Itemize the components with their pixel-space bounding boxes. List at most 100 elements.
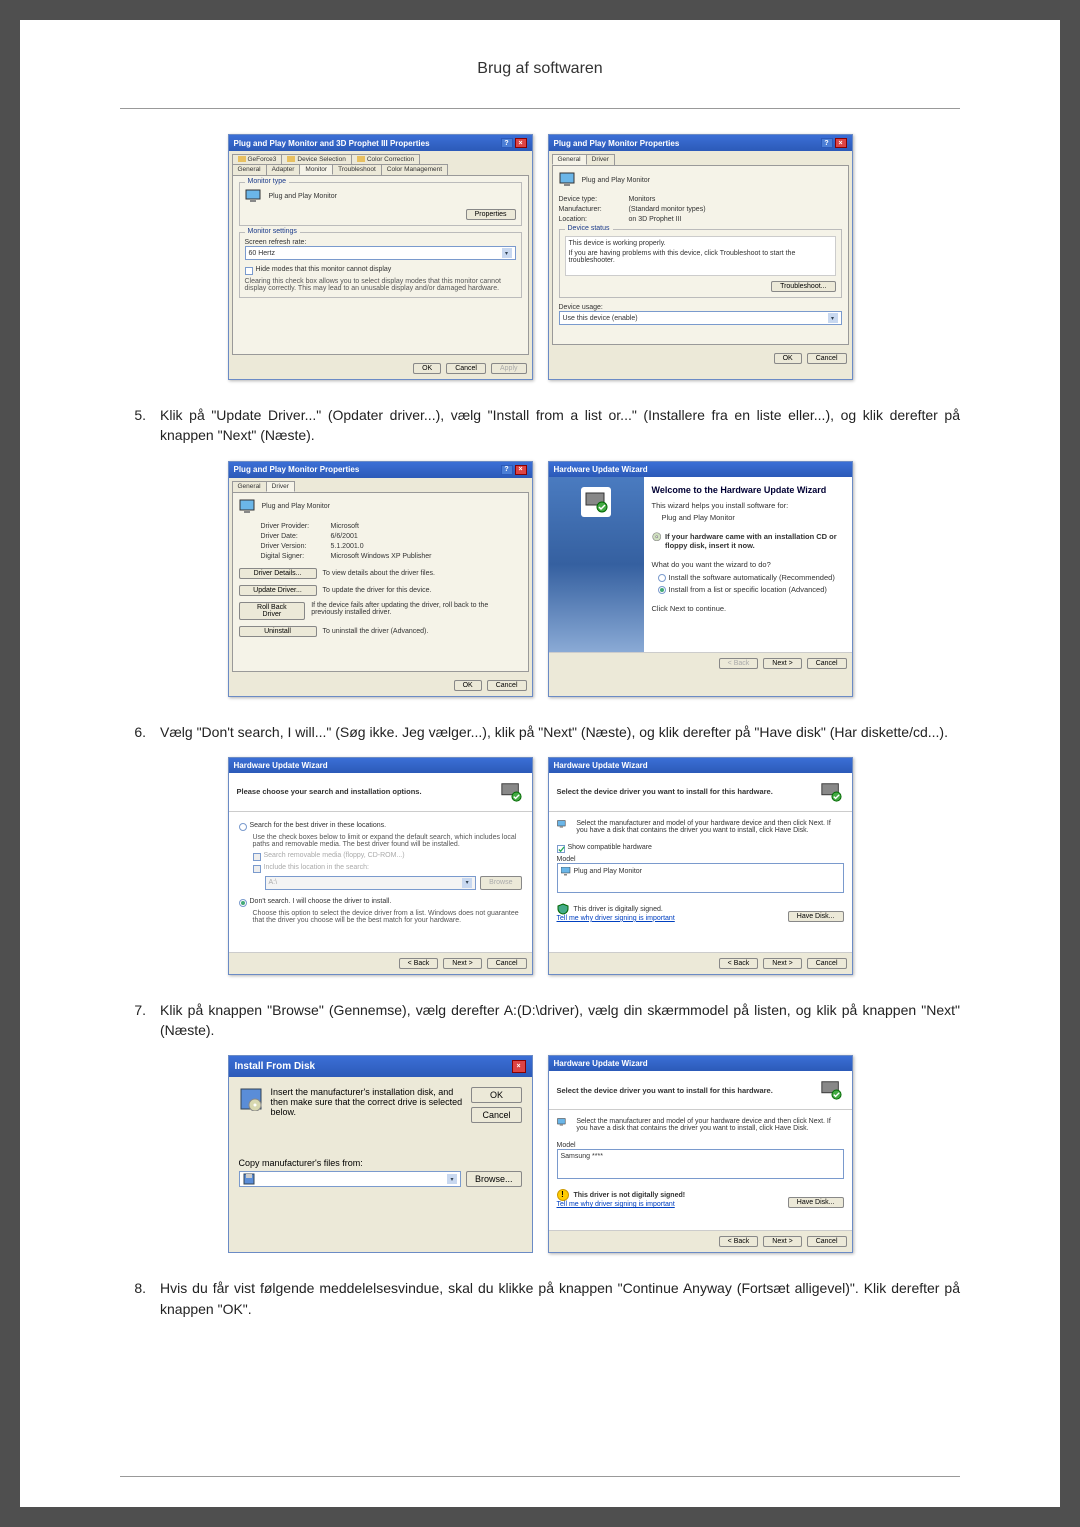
- wizard-header: Select the device driver you want to ins…: [549, 773, 852, 812]
- signer-value: Microsoft Windows XP Publisher: [331, 553, 432, 560]
- device-usage-label: Device usage:: [559, 304, 842, 311]
- cancel-button[interactable]: Cancel: [487, 958, 527, 969]
- ok-button[interactable]: OK: [454, 680, 482, 691]
- tab-general[interactable]: General: [232, 164, 267, 175]
- tab-general[interactable]: General: [232, 481, 267, 492]
- checkbox-hide-modes[interactable]: Hide modes that this monitor cannot disp…: [245, 266, 516, 275]
- checkbox-show-compatible[interactable]: Show compatible hardware: [557, 844, 844, 853]
- radio-dont-search[interactable]: Don't search. I will choose the driver t…: [239, 898, 522, 907]
- tellme-link[interactable]: Tell me why driver signing is important: [557, 915, 675, 922]
- titlebar-text: Install From Disk: [235, 1061, 316, 1072]
- tab-driver[interactable]: Driver: [586, 154, 615, 165]
- tab-color-management[interactable]: Color Management: [381, 164, 448, 175]
- wizard-side-graphic: [549, 477, 644, 652]
- driver-details-button[interactable]: Driver Details...: [239, 568, 317, 579]
- tab-device-selection[interactable]: Device Selection: [281, 154, 351, 164]
- rollback-driver-button[interactable]: Roll Back Driver: [239, 602, 306, 620]
- titlebar: Plug and Play Monitor Properties ? ×: [229, 462, 532, 478]
- browse-button[interactable]: Browse...: [466, 1171, 522, 1187]
- cancel-button[interactable]: Cancel: [807, 353, 847, 364]
- tab-color-correction[interactable]: Color Correction: [351, 154, 420, 164]
- copy-from-dropdown[interactable]: ▾: [239, 1171, 461, 1187]
- back-button[interactable]: < Back: [719, 1236, 759, 1247]
- device-status-text: This device is working properly. If you …: [565, 236, 836, 276]
- back-button[interactable]: < Back: [719, 958, 759, 969]
- date-label: Driver Date:: [261, 533, 331, 540]
- tab-troubleshoot[interactable]: Troubleshoot: [332, 164, 382, 175]
- checkbox-label: Show compatible hardware: [568, 844, 652, 851]
- titlebar: Install From Disk ×: [229, 1056, 532, 1077]
- help-icon[interactable]: ?: [821, 138, 833, 148]
- wizard-icon: [581, 487, 611, 517]
- help-icon[interactable]: ?: [501, 465, 513, 475]
- close-icon[interactable]: ×: [515, 138, 527, 148]
- close-icon[interactable]: ×: [515, 465, 527, 475]
- group-monitor-settings: Monitor settings Screen refresh rate: 60…: [239, 232, 522, 298]
- next-button[interactable]: Next >: [763, 958, 801, 969]
- dialog-hardware-update-wizard-welcome: Hardware Update Wizard Welcome to the Ha…: [548, 461, 853, 697]
- tab-driver[interactable]: Driver: [266, 481, 295, 492]
- model-label: Model: [557, 856, 844, 863]
- button-row: OK Cancel: [549, 348, 852, 369]
- next-button[interactable]: Next >: [763, 1236, 801, 1247]
- document-page: Brug af softwaren Plug and Play Monitor …: [20, 20, 1060, 1507]
- checkbox-icon: [253, 865, 261, 873]
- refresh-rate-dropdown[interactable]: 60 Hertz ▾: [245, 246, 516, 260]
- wizard-content: Welcome to the Hardware Update Wizard Th…: [644, 477, 852, 652]
- next-button[interactable]: Next >: [443, 958, 481, 969]
- model-listbox[interactable]: Plug and Play Monitor: [557, 863, 844, 893]
- radio-install-auto[interactable]: Install the software automatically (Reco…: [658, 573, 844, 582]
- troubleshoot-button[interactable]: Troubleshoot...: [771, 281, 835, 292]
- location-label: Location:: [559, 216, 629, 223]
- uninstall-button[interactable]: Uninstall: [239, 626, 317, 637]
- cancel-button[interactable]: Cancel: [487, 680, 527, 691]
- tab-monitor[interactable]: Monitor: [299, 164, 333, 175]
- dialog-wizard-search-options: Hardware Update Wizard Please choose you…: [228, 757, 533, 975]
- tab-body-general: Plug and Play Monitor Device type:Monito…: [552, 165, 849, 345]
- titlebar-text: Hardware Update Wizard: [234, 761, 328, 770]
- tabs-row1: GeForce3 Device Selection Color Correcti…: [229, 151, 532, 164]
- radio-search-best[interactable]: Search for the best driver in these loca…: [239, 822, 522, 831]
- monitor-icon: [559, 172, 577, 188]
- cancel-button[interactable]: Cancel: [446, 363, 486, 374]
- provider-label: Driver Provider:: [261, 523, 331, 530]
- titlebar: Hardware Update Wizard: [229, 758, 532, 773]
- tab-general[interactable]: General: [552, 154, 587, 165]
- cancel-button[interactable]: Cancel: [807, 658, 847, 669]
- signed-text: This driver is digitally signed.: [573, 906, 662, 913]
- titlebar-text: Hardware Update Wizard: [554, 1059, 648, 1068]
- properties-button[interactable]: Properties: [466, 209, 516, 220]
- next-button[interactable]: Next >: [763, 658, 801, 669]
- install-disk-instr: Insert the manufacturer's installation d…: [271, 1087, 464, 1117]
- update-driver-button[interactable]: Update Driver...: [239, 585, 317, 596]
- tab-adapter[interactable]: Adapter: [266, 164, 301, 175]
- button-row: < Back Next > Cancel: [549, 952, 852, 974]
- have-disk-button[interactable]: Have Disk...: [788, 911, 844, 922]
- dialog-install-from-disk: Install From Disk × Insert the manufactu…: [228, 1055, 533, 1253]
- radio-install-list[interactable]: Install from a list or specific location…: [658, 585, 844, 594]
- titlebar: Plug and Play Monitor Properties ? ×: [549, 135, 852, 151]
- cancel-button[interactable]: Cancel: [807, 958, 847, 969]
- tabs-row2: General Adapter Monitor Troubleshoot Col…: [229, 164, 532, 175]
- ok-button[interactable]: OK: [774, 353, 802, 364]
- chevron-down-icon: ▾: [447, 1174, 457, 1184]
- have-disk-button[interactable]: Have Disk...: [788, 1197, 844, 1208]
- wizard-header-text: Please choose your search and installati…: [237, 787, 422, 796]
- help-icon[interactable]: ?: [501, 138, 513, 148]
- tab-geforce[interactable]: GeForce3: [232, 154, 283, 164]
- cancel-button[interactable]: Cancel: [807, 1236, 847, 1247]
- device-usage-dropdown[interactable]: Use this device (enable) ▾: [559, 311, 842, 325]
- back-button[interactable]: < Back: [399, 958, 439, 969]
- tellme-link[interactable]: Tell me why driver signing is important: [557, 1201, 686, 1208]
- version-value: 5.1.2001.0: [331, 543, 364, 550]
- path-dropdown: A:\ ▾: [265, 876, 477, 890]
- step-number: 5.: [130, 405, 160, 446]
- cancel-button[interactable]: Cancel: [471, 1107, 521, 1123]
- model-listbox[interactable]: Samsung ****: [557, 1149, 844, 1179]
- ok-button[interactable]: OK: [471, 1087, 521, 1103]
- manufacturer-label: Manufacturer:: [559, 206, 629, 213]
- close-icon[interactable]: ×: [835, 138, 847, 148]
- ok-button[interactable]: OK: [413, 363, 441, 374]
- monitor-small-icon: [561, 867, 571, 876]
- close-icon[interactable]: ×: [512, 1060, 526, 1073]
